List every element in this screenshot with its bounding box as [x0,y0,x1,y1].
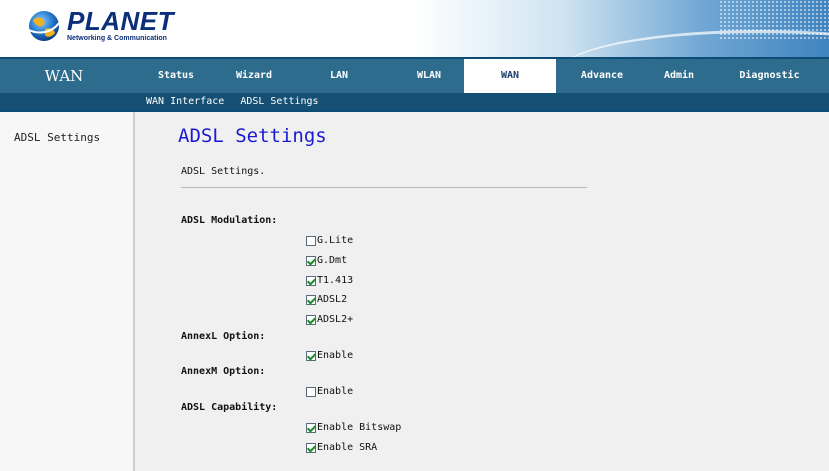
bitswap-checkbox[interactable] [306,422,316,433]
option-label: Enable Bitswap [317,422,402,433]
option-g-lite[interactable]: G.Lite [306,235,353,246]
option-enable-bitswap[interactable]: Enable Bitswap [306,422,401,433]
tab-wlan[interactable]: WLAN [394,59,464,93]
annexm-enable-checkbox[interactable] [306,386,316,397]
planet-logo: PLANET Networking & Communication [27,8,174,48]
main-content: ADSL Settings ADSL Settings. ADSL Modula… [135,112,829,471]
header-banner: PLANET Networking & Communication [0,0,829,57]
g-dmt-checkbox[interactable] [306,255,316,266]
adsl-modulation-label: ADSL Modulation: [181,215,278,226]
brand-tagline: Networking & Communication [67,35,167,42]
tab-lan[interactable]: LAN [284,59,394,93]
option-adsl2[interactable]: ADSL2 [306,294,347,305]
tab-wan[interactable]: WAN [464,59,556,93]
option-label: ADSL2+ [317,314,354,325]
nav-section-title: WAN [44,67,84,85]
option-t1-413[interactable]: T1.413 [306,275,353,286]
content-divider [181,187,587,188]
tab-advance[interactable]: Advance [556,59,648,93]
option-annexm-enable[interactable]: Enable [306,386,353,397]
tab-status[interactable]: Status [128,59,224,93]
annexm-option-label: AnnexM Option: [181,366,266,377]
main-nav: WAN Status Wizard LAN WLAN WAN Advance A… [0,59,829,93]
t1-413-checkbox[interactable] [306,275,316,286]
option-label: Enable [317,350,354,361]
annexl-option-label: AnnexL Option: [181,331,266,342]
sub-nav: WAN Interface ADSL Settings [0,93,829,110]
tab-diagnostic[interactable]: Diagnostic [710,59,829,93]
page-title: ADSL Settings [178,125,327,147]
option-label: T1.413 [317,275,354,286]
annexl-enable-checkbox[interactable] [306,350,316,361]
adsl-capability-label: ADSL Capability: [181,402,278,413]
option-label: G.Lite [317,235,354,246]
brand-name: PLANET [67,6,174,36]
option-label: Enable SRA [317,442,378,453]
adsl2-plus-checkbox[interactable] [306,314,316,325]
option-adsl2-plus[interactable]: ADSL2+ [306,314,353,325]
adsl2-checkbox[interactable] [306,294,316,305]
tab-wizard[interactable]: Wizard [224,59,284,93]
subnav-item-wan-interface[interactable]: WAN Interface [146,96,224,107]
subnav-item-adsl-settings[interactable]: ADSL Settings [240,96,318,107]
option-label: ADSL2 [317,294,348,305]
tab-admin[interactable]: Admin [648,59,710,93]
option-label: G.Dmt [317,255,348,266]
banner-dot-pattern [719,0,829,40]
option-label: Enable [317,386,354,397]
option-enable-sra[interactable]: Enable SRA [306,442,377,453]
sidebar: ADSL Settings [0,112,135,471]
sra-checkbox[interactable] [306,442,316,453]
globe-icon [28,11,60,41]
sub-nav-items: WAN Interface ADSL Settings [146,93,329,110]
option-g-dmt[interactable]: G.Dmt [306,255,347,266]
logo-text: PLANET Networking & Communication [67,8,174,44]
g-lite-checkbox[interactable] [306,235,316,246]
sidebar-item-adsl-settings[interactable]: ADSL Settings [14,131,100,144]
option-annexl-enable[interactable]: Enable [306,350,353,361]
page-description: ADSL Settings. [181,166,266,177]
